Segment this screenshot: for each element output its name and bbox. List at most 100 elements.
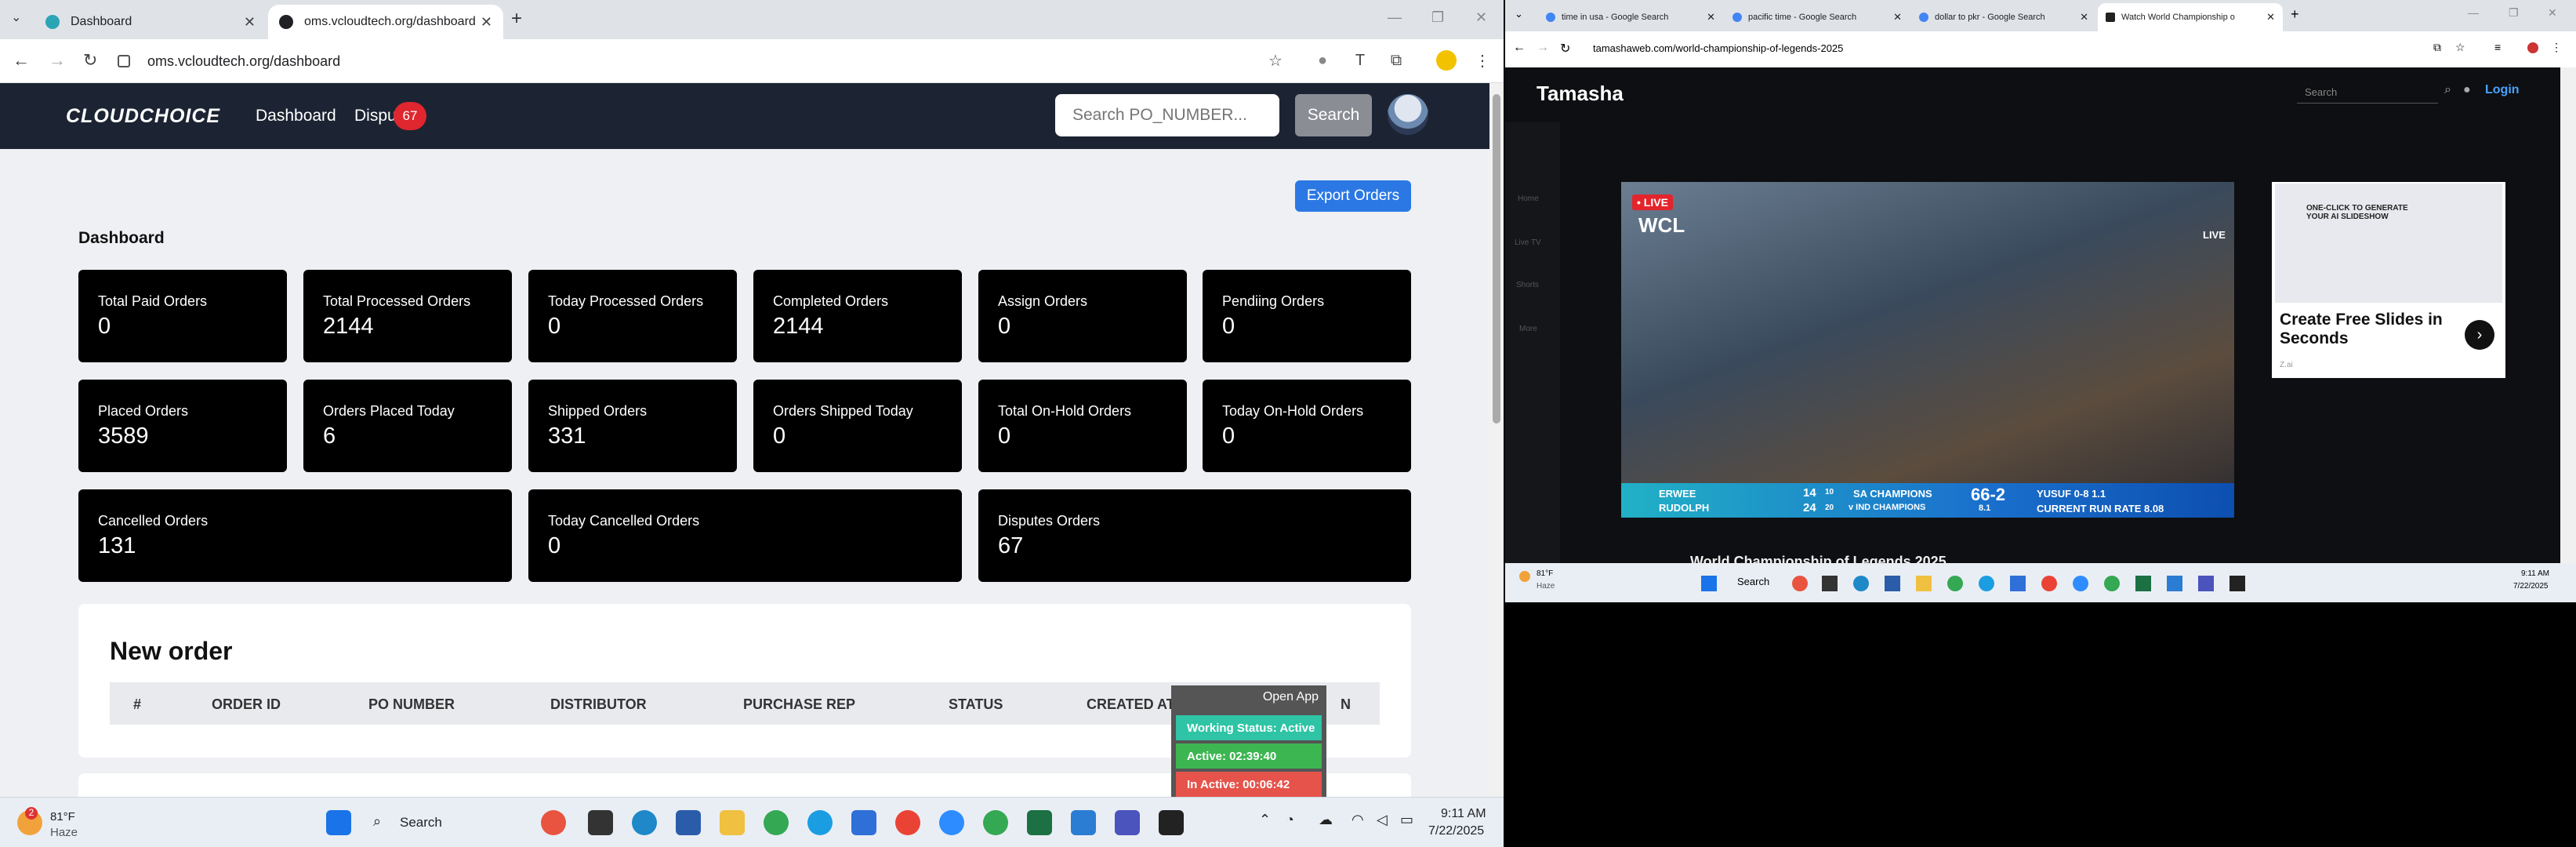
file-explorer-icon[interactable] [720,810,745,835]
taskbar-search[interactable]: Search [400,815,442,831]
app-icon[interactable] [632,810,657,835]
close-tab-icon[interactable]: ✕ [1893,11,1902,24]
nav-disputes[interactable]: Dispu [354,107,397,125]
bookmark-star-icon[interactable]: ☆ [2455,41,2465,54]
weather-icon[interactable] [1519,571,1530,582]
po-search-input[interactable] [1055,94,1279,136]
ad-arrow-icon[interactable]: › [2465,320,2494,350]
close-window-icon[interactable]: ✕ [2548,6,2557,20]
close-tab-icon[interactable]: ✕ [481,14,492,31]
mic-icon[interactable]: ● [2463,83,2471,97]
tray-app-icon[interactable]: ◔ [1286,812,1294,828]
minimize-icon[interactable]: — [1388,9,1402,26]
calculator-icon[interactable] [676,810,701,835]
teams-icon[interactable] [2010,576,2026,591]
chrome-active-icon[interactable] [2104,576,2120,591]
app-icon[interactable] [1853,576,1869,591]
excel-icon[interactable] [1027,810,1052,835]
profile-icon[interactable] [2527,42,2538,53]
app-icon[interactable] [2167,576,2182,591]
right-scrollbar[interactable] [2560,67,2576,563]
forward-icon[interactable]: → [1537,41,1549,55]
tab-time-in-usa[interactable]: time in usa - Google Search ✕ [1538,3,1723,31]
new-tab-icon[interactable]: + [2291,6,2299,23]
site-info-icon[interactable] [118,55,130,67]
search-icon[interactable]: ⌕ [2444,83,2451,97]
video-player[interactable]: • LIVE WCL LIVE ERWEE RUDOLPH 14 10 24 2… [1621,182,2234,518]
teams-icon[interactable] [851,810,876,835]
reload-icon[interactable]: ↻ [83,50,97,71]
tab-oms-dashboard[interactable]: oms.vcloudtech.org/dashboard ✕ [268,5,503,39]
clock-time[interactable]: 9:11 AM [2521,569,2549,578]
edge-icon[interactable] [807,810,833,835]
chrome-profile-icon[interactable] [2041,576,2057,591]
file-explorer-icon[interactable] [1916,576,1932,591]
close-window-icon[interactable]: ✕ [1475,9,1487,26]
windows-start-icon[interactable] [326,810,351,835]
cloudchoice-logo[interactable]: CLOUDCHOICE [66,105,220,128]
tab-search-icon[interactable]: ⌄ [11,9,21,25]
chrome-icon[interactable] [1947,576,1963,591]
close-tab-icon[interactable]: ✕ [244,14,256,31]
tab-pacific-time[interactable]: pacific time - Google Search ✕ [1725,3,1910,31]
sticky-app-icon[interactable] [1159,810,1184,835]
maximize-icon[interactable]: ❐ [1431,9,1444,26]
extension-icon[interactable]: ● [1312,50,1333,71]
forward-icon[interactable]: → [49,50,66,71]
profile-icon[interactable] [1436,50,1457,71]
tamasha-logo[interactable]: Tamasha [1537,82,1624,106]
taskbar-search-icon[interactable]: ⌕ [373,813,381,830]
sticky-app-icon[interactable] [2230,576,2245,591]
bookmark-star-icon[interactable]: ☆ [1265,50,1286,71]
teams-check-icon[interactable] [2198,576,2214,591]
install-icon[interactable]: ⧉ [2433,41,2441,54]
close-tab-icon[interactable]: ✕ [2266,11,2275,24]
zoom-icon[interactable] [939,810,964,835]
login-link[interactable]: Login [2485,83,2520,97]
close-tab-icon[interactable]: ✕ [2080,11,2088,24]
tab-tamasha[interactable]: Watch World Championship o ✕ [2098,3,2283,31]
tab-search-icon[interactable]: ⌄ [1515,8,1523,20]
close-tab-icon[interactable]: ✕ [1707,11,1715,24]
calculator-icon[interactable] [1885,576,1900,591]
chrome-icon[interactable] [764,810,789,835]
cloud-icon[interactable]: ☁ [1319,812,1333,828]
clock-time[interactable]: 9:11 AM [1441,807,1486,821]
url-field[interactable]: oms.vcloudtech.org/dashboard [118,46,1215,76]
wifi-icon[interactable]: ◠ [1351,812,1364,828]
task-view-icon[interactable] [1822,576,1838,591]
reload-icon[interactable]: ↻ [1560,41,1570,56]
clock-date[interactable]: 7/22/2025 [2513,582,2549,591]
tab-dashboard[interactable]: Dashboard ✕ [34,5,267,39]
avatar[interactable] [1388,94,1428,135]
sidebar-live-tv[interactable]: Live TV [1515,238,1541,247]
sidebar-shorts[interactable]: Shorts [1516,281,1539,289]
menu-dots-icon[interactable]: ⋮ [1472,50,1493,71]
open-app-button[interactable]: Open App [1263,690,1319,704]
scrollbar-thumb[interactable] [1493,94,1500,424]
back-icon[interactable]: ← [13,50,30,71]
edge-icon[interactable] [1979,576,1994,591]
page-scrollbar[interactable] [1489,83,1504,797]
clock-date[interactable]: 7/22/2025 [1428,824,1484,838]
url-text[interactable]: tamashaweb.com/world-championship-of-leg… [1593,42,1843,54]
translate-icon[interactable]: T [1350,50,1370,71]
taskbar-search[interactable]: Search [1737,576,1769,587]
excel-icon[interactable] [2135,576,2151,591]
tab-dollar-to-pkr[interactable]: dollar to pkr - Google Search ✕ [1911,3,2096,31]
windows-start-icon[interactable] [1701,576,1717,591]
task-view-icon[interactable] [588,810,613,835]
extensions-puzzle-icon[interactable]: ⧉ [1386,50,1406,71]
zoom-icon[interactable] [2073,576,2088,591]
nav-dashboard[interactable]: Dashboard [256,107,336,125]
menu-dots-icon[interactable]: ⋮ [2551,41,2562,54]
volume-icon[interactable]: ◁ [1377,812,1388,828]
maximize-icon[interactable]: ❐ [2509,6,2519,20]
site-search-input[interactable]: Search [2297,82,2438,104]
extension-icon[interactable]: ≡ [2494,41,2501,53]
back-icon[interactable]: ← [1513,41,1526,55]
sidebar-more[interactable]: More [1519,325,1537,333]
chrome-active-icon[interactable] [983,810,1008,835]
chrome-profile-icon[interactable] [895,810,920,835]
new-tab-icon[interactable]: + [511,8,522,30]
